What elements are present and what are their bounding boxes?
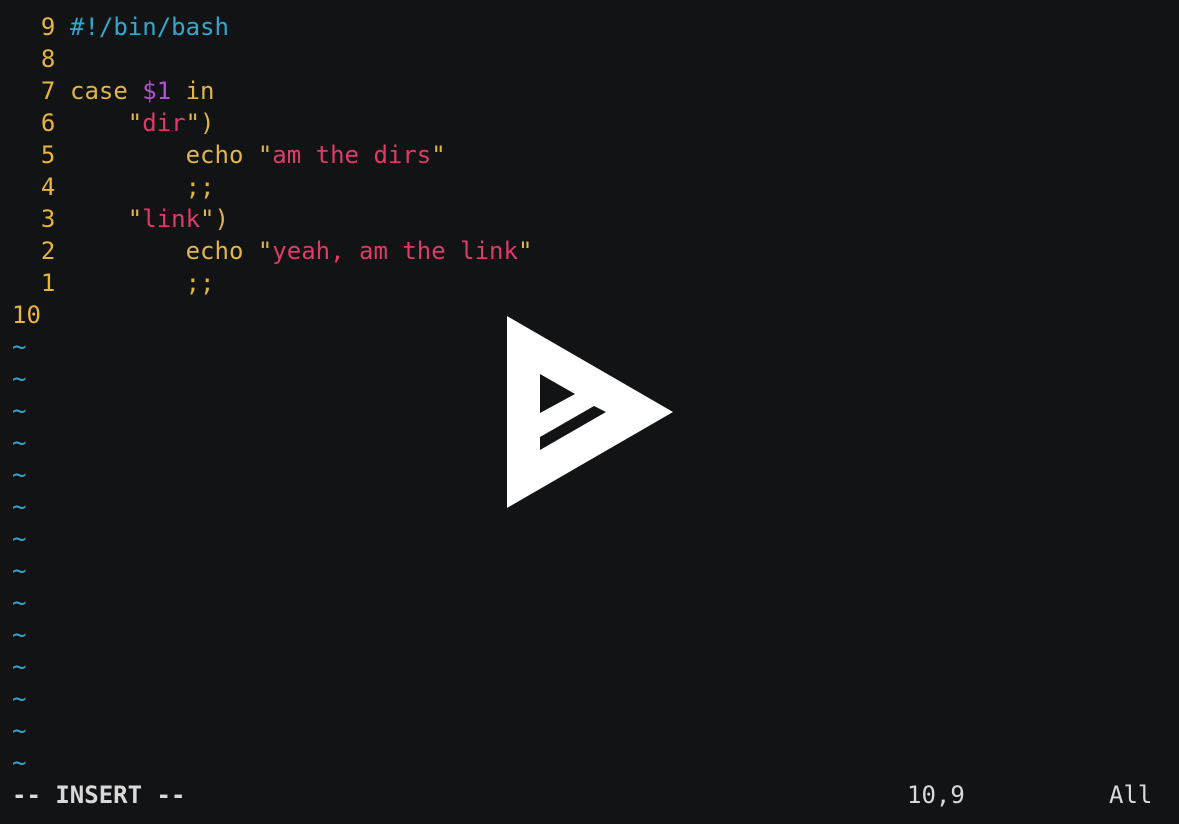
line-content: ;; <box>70 269 215 297</box>
code-line[interactable]: 6 "dir") <box>12 107 1172 139</box>
code-token: case <box>70 77 143 105</box>
empty-line-marker: ~ <box>12 365 27 393</box>
code-line[interactable]: 3 "link") <box>12 203 1172 235</box>
empty-line-marker: ~ <box>12 525 27 553</box>
code-token: dir <box>142 109 186 137</box>
line-number: 2 <box>12 237 56 265</box>
line-content: "dir") <box>70 109 215 137</box>
code-line[interactable]: 8 <box>12 43 1172 75</box>
line-number: 8 <box>12 45 56 73</box>
line-number: 1 <box>12 269 56 297</box>
empty-line: ~ <box>12 651 1172 683</box>
line-number: 4 <box>12 173 56 201</box>
empty-line: ~ <box>12 619 1172 651</box>
play-icon-graphic <box>507 316 673 508</box>
code-token: #!/bin/bash <box>70 13 229 41</box>
empty-line: ~ <box>12 715 1172 747</box>
code-token: " <box>431 141 446 169</box>
code-token: yeah, am the link <box>272 237 518 265</box>
line-content: #!/bin/bash <box>70 13 229 41</box>
code-token: echo <box>70 141 258 169</box>
empty-line-marker: ~ <box>12 333 27 361</box>
code-token: am the dirs <box>272 141 432 169</box>
code-token: ;; <box>70 269 215 297</box>
empty-line: ~ <box>12 683 1172 715</box>
line-content: "link") <box>70 205 229 233</box>
code-line[interactable]: 5 echo "am the dirs" <box>12 139 1172 171</box>
code-line[interactable]: 9 #!/bin/bash <box>12 11 1172 43</box>
code-line[interactable]: 2 echo "yeah, am the link" <box>12 235 1172 267</box>
code-token: $1 <box>142 77 172 105</box>
code-token: in <box>171 77 215 105</box>
code-token: echo <box>70 237 258 265</box>
empty-line-marker: ~ <box>12 461 27 489</box>
code-token: " <box>257 141 273 169</box>
status-bar: -- INSERT -- 10,9 All <box>12 779 1172 811</box>
line-number: 6 <box>12 109 56 137</box>
code-token: ") <box>200 205 229 233</box>
code-token: ;; <box>70 173 215 201</box>
empty-line-marker: ~ <box>12 653 27 681</box>
code-line[interactable]: 7 case $1 in <box>12 75 1172 107</box>
cursor-position: 10,9 <box>907 781 965 809</box>
line-number: 9 <box>12 13 56 41</box>
empty-line: ~ <box>12 555 1172 587</box>
code-token: " <box>127 205 143 233</box>
empty-line: ~ <box>12 587 1172 619</box>
empty-line-marker: ~ <box>12 429 27 457</box>
empty-line-marker: ~ <box>12 397 27 425</box>
line-content: case $1 in <box>70 77 215 105</box>
code-line[interactable]: 4 ;; <box>12 171 1172 203</box>
scroll-position: All <box>1109 781 1153 809</box>
line-content: ;; <box>70 173 215 201</box>
code-token: ") <box>185 109 215 137</box>
empty-line-marker: ~ <box>12 621 27 649</box>
empty-line-marker: ~ <box>12 749 27 777</box>
mode-indicator: -- INSERT -- <box>12 781 186 809</box>
empty-line-marker: ~ <box>12 589 27 617</box>
current-line-number: 10 <box>12 301 41 329</box>
line-number: 3 <box>12 205 56 233</box>
empty-line-marker: ~ <box>12 717 27 745</box>
line-content: echo "am the dirs" <box>70 141 446 169</box>
play-icon[interactable] <box>500 312 680 512</box>
code-token: link <box>142 205 201 233</box>
empty-line-marker: ~ <box>12 685 27 713</box>
line-content: echo "yeah, am the link" <box>70 237 533 265</box>
empty-line-marker: ~ <box>12 557 27 585</box>
code-token: " <box>517 237 533 265</box>
code-token: " <box>127 109 143 137</box>
code-token: " <box>257 237 273 265</box>
code-line[interactable]: 1 ;; <box>12 267 1172 299</box>
empty-line: ~ <box>12 747 1172 779</box>
line-number: 7 <box>12 77 56 105</box>
empty-line-marker: ~ <box>12 493 27 521</box>
line-number: 5 <box>12 141 56 169</box>
empty-line: ~ <box>12 523 1172 555</box>
